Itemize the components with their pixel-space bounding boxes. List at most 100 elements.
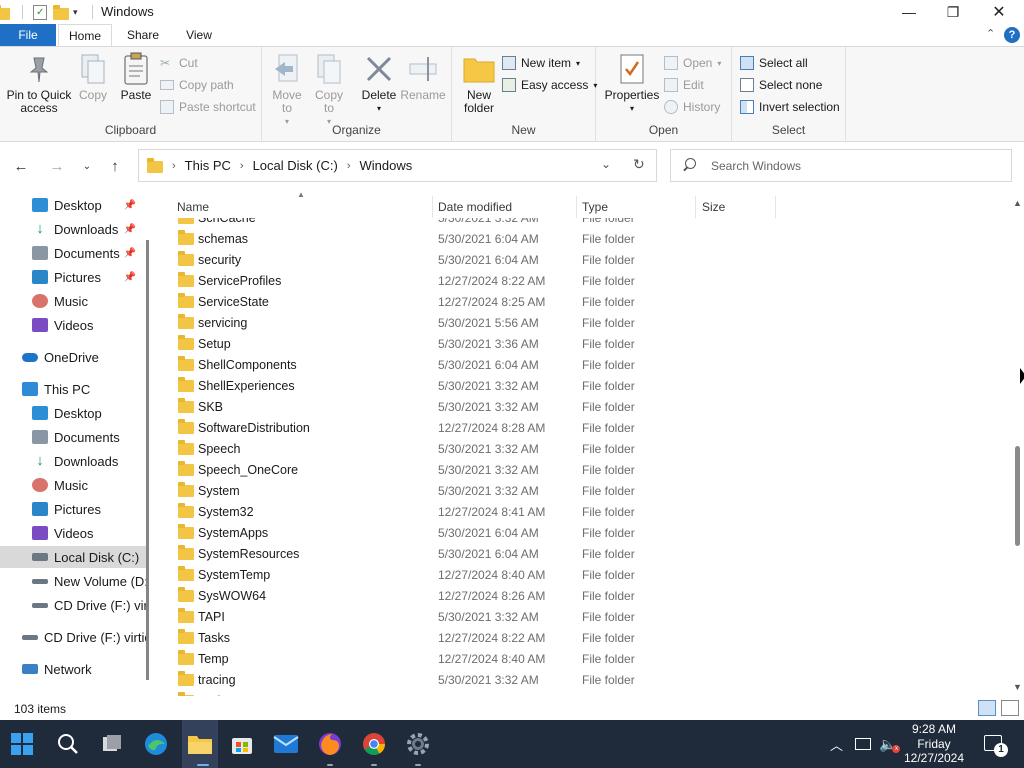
table-row[interactable]: SystemResources 5/30/2021 6:04 AM File fol… [168, 543, 778, 564]
search-box[interactable]: Search Windows [670, 149, 1012, 182]
back-button[interactable]: ← [10, 156, 32, 176]
table-row[interactable]: tracing 5/30/2021 3:32 AM File folder [168, 669, 778, 690]
forward-button[interactable]: → [46, 156, 68, 176]
nav-pc-desktop[interactable]: Desktop [0, 402, 148, 424]
tab-view[interactable]: View [174, 24, 224, 46]
table-row[interactable]: security 5/30/2021 6:04 AM File folder [168, 249, 778, 270]
scroll-thumb[interactable] [1015, 446, 1020, 546]
column-divider[interactable] [432, 196, 433, 218]
edit-button[interactable]: Edit [664, 75, 704, 95]
table-row[interactable]: SystemApps 5/30/2021 6:04 AM File folder [168, 522, 778, 543]
table-row[interactable]: servicing 5/30/2021 5:56 AM File folder [168, 312, 778, 333]
nav-network[interactable]: Network [0, 658, 148, 680]
table-row[interactable]: SoftwareDistribution 12/27/2024 8:28 AM Fi… [168, 417, 778, 438]
table-row[interactable]: SystemTemp 12/27/2024 8:40 AM File folder [168, 564, 778, 585]
new-item-button[interactable]: New item ▾ [502, 53, 580, 73]
search-icon[interactable] [52, 728, 84, 760]
table-row[interactable]: ShellExperiences 5/30/2021 3:32 AM File fo… [168, 375, 778, 396]
column-divider[interactable] [775, 196, 776, 218]
file-explorer-icon[interactable] [184, 728, 216, 760]
table-row[interactable]: Speech 5/30/2021 3:32 AM File folder [168, 438, 778, 459]
minimize-button[interactable]: — [886, 0, 932, 24]
network-tray-icon[interactable] [855, 738, 872, 750]
table-row[interactable]: System 5/30/2021 3:32 AM File folder [168, 480, 778, 501]
new-folder-button[interactable]: New folder [460, 53, 498, 115]
tab-home[interactable]: Home [58, 24, 112, 47]
select-none-button[interactable]: Select none [740, 75, 822, 95]
mail-icon[interactable] [270, 728, 302, 760]
chevron-right-icon[interactable]: › [172, 160, 176, 172]
nav-pc-videos[interactable]: Videos [0, 522, 148, 544]
rename-button[interactable]: Rename [400, 53, 446, 102]
customize-qa-icon[interactable]: ▾ [73, 7, 78, 18]
new-folder-qa-icon[interactable] [53, 5, 69, 20]
nav-pc-downloads[interactable]: ↓ Downloads [0, 450, 148, 472]
properties-icon[interactable]: ✓ [33, 4, 47, 20]
scroll-down-icon[interactable]: ▼ [1013, 682, 1022, 692]
column-date-modified[interactable]: Date modified [438, 200, 512, 218]
copy-to-button[interactable]: Copy to ▾ [312, 53, 346, 128]
delete-button[interactable]: Delete ▾ [360, 53, 398, 115]
nav-pane-scrollbar[interactable] [146, 240, 149, 680]
close-button[interactable]: ✕ [976, 0, 1022, 24]
move-to-button[interactable]: Move to ▾ [270, 53, 304, 128]
table-row[interactable]: SchCache 5/30/2021 3:32 AM File folder [168, 218, 778, 228]
firefox-icon[interactable] [314, 728, 346, 760]
table-row[interactable]: TAPI 5/30/2021 3:32 AM File folder [168, 606, 778, 627]
paste-button[interactable]: Paste [118, 52, 154, 102]
address-bar[interactable]: › This PC › Local Disk (C:) › Windows ⌄ … [138, 149, 657, 182]
nav-quick-videos[interactable]: Videos [0, 314, 148, 336]
volume-muted-icon[interactable]: 🔈 x [879, 736, 901, 753]
maximize-button[interactable]: ❐ [930, 0, 976, 24]
nav-quick-downloads[interactable]: ↓ Downloads 📌 [0, 218, 148, 240]
store-icon[interactable] [226, 728, 258, 760]
chevron-right-icon[interactable]: › [240, 160, 244, 172]
table-row[interactable]: Temp 12/27/2024 8:40 AM File folder [168, 648, 778, 669]
pin-icon[interactable]: 📌 [124, 272, 136, 283]
settings-icon[interactable] [402, 728, 434, 760]
breadcrumb-windows[interactable]: Windows [360, 158, 413, 173]
table-row[interactable]: ShellComponents 5/30/2021 6:04 AM File fol… [168, 354, 778, 375]
column-name[interactable]: Name [177, 200, 209, 218]
nav-pc-pictures[interactable]: Pictures [0, 498, 148, 520]
nav-pc-documents[interactable]: Documents [0, 426, 148, 448]
column-divider[interactable] [576, 196, 577, 218]
table-row[interactable]: schemas 5/30/2021 6:04 AM File folder [168, 228, 778, 249]
copy-button[interactable]: Copy [76, 53, 110, 102]
table-row[interactable]: ServiceProfiles 12/27/2024 8:22 AM File fo… [168, 270, 778, 291]
search-input[interactable]: Search Windows [711, 159, 801, 173]
table-row[interactable]: SKB 5/30/2021 3:32 AM File folder [168, 396, 778, 417]
column-size[interactable]: Size [702, 200, 725, 218]
nav-quick-desktop[interactable]: Desktop 📌 [0, 194, 148, 216]
pin-icon[interactable]: 📌 [124, 224, 136, 235]
tab-share[interactable]: Share [114, 24, 172, 46]
nav-onedrive[interactable]: OneDrive [0, 346, 148, 368]
file-list-scrollbar[interactable]: ▲ ▼ [1012, 196, 1024, 696]
address-dropdown-icon[interactable]: ⌄ [601, 157, 611, 171]
recent-locations-button[interactable]: ⌄ [76, 156, 98, 176]
start-icon[interactable] [6, 728, 38, 760]
edge-icon[interactable] [140, 728, 172, 760]
scroll-up-icon[interactable]: ▲ [1013, 198, 1022, 208]
column-divider[interactable] [695, 196, 696, 218]
nav-pc-cd-drive[interactable]: CD Drive (F:) virt [0, 594, 148, 616]
table-row[interactable]: Speech_OneCore 5/30/2021 3:32 AM File fold… [168, 459, 778, 480]
open-button[interactable]: Open ▾ [664, 53, 721, 73]
properties-button[interactable]: Properties ▾ [602, 53, 662, 115]
paste-shortcut-button[interactable]: Paste shortcut [160, 97, 256, 117]
pin-to-quick-access-button[interactable]: Pin to Quick access [6, 53, 72, 115]
nav-quick-documents[interactable]: Documents 📌 [0, 242, 148, 264]
large-icons-view-icon[interactable] [1001, 700, 1019, 716]
breadcrumb-local-disk[interactable]: Local Disk (C:) [253, 158, 338, 173]
nav-quick-music[interactable]: Music [0, 290, 148, 312]
clock[interactable]: 9:28 AM Friday 12/27/2024 [898, 722, 970, 766]
history-button[interactable]: History [664, 97, 720, 117]
table-row[interactable]: System32 12/27/2024 8:41 AM File folder [168, 501, 778, 522]
nav-pc-local-disk[interactable]: Local Disk (C:) [0, 546, 148, 568]
nav-this-pc[interactable]: This PC [0, 378, 148, 400]
nav-pc-new-volume[interactable]: New Volume (D: [0, 570, 148, 592]
table-row[interactable]: Tasks 12/27/2024 8:22 AM File folder [168, 627, 778, 648]
nav-pc-music[interactable]: Music [0, 474, 148, 496]
nav-cd-drive[interactable]: CD Drive (F:) virtic [0, 626, 148, 648]
table-row[interactable]: SysWOW64 12/27/2024 8:26 AM File folder [168, 585, 778, 606]
